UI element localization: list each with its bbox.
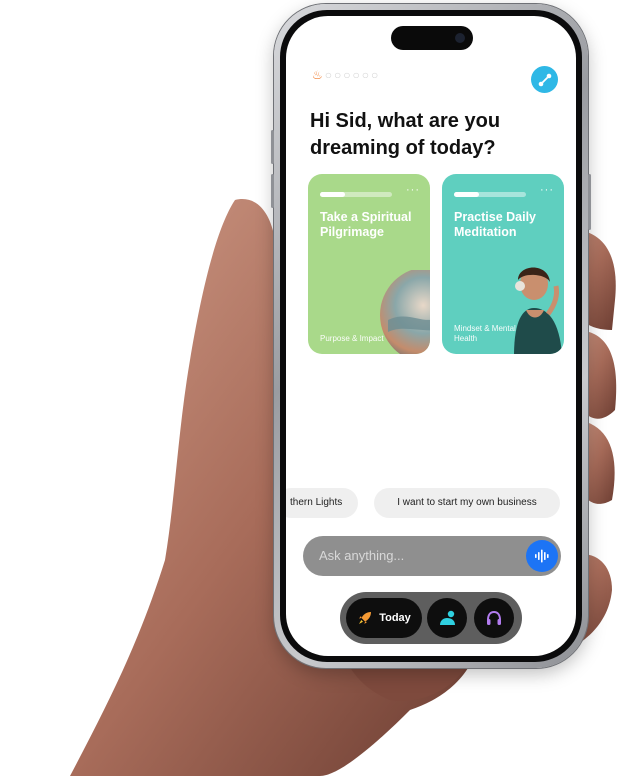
phone-frame: ♨ ○ ○ ○ ○ ○ ○ Hi Sid, what are you dreaming of…: [271, 4, 591, 668]
voice-waveform-icon: [535, 549, 549, 563]
ellipsis-icon[interactable]: ···: [406, 184, 420, 196]
card-progress-bar: [320, 192, 392, 197]
streak-indicator: ♨ ○ ○ ○ ○ ○ ○: [312, 68, 378, 82]
card-progress-bar: [454, 192, 526, 197]
suggestion-chips: thern Lights I want to start my own busi…: [286, 488, 576, 518]
bottom-nav: Today: [340, 592, 522, 644]
ask-placeholder: Ask anything...: [319, 548, 405, 563]
flame-icon: ○: [352, 68, 360, 82]
flame-icon: ○: [334, 68, 342, 82]
flame-icon: ○: [324, 68, 333, 82]
card-category: Purpose & Impact: [320, 334, 384, 343]
goal-card-pilgrimage[interactable]: ··· Take a Spiritual Pilgrimage Purpose …: [308, 174, 430, 354]
rocket-icon: [359, 612, 372, 624]
flame-icon-active: ♨: [312, 68, 323, 82]
card-category: Mindset & Mental Health: [454, 324, 516, 343]
nav-today-label: Today: [379, 612, 411, 624]
nav-community-button[interactable]: [427, 598, 467, 638]
suggestion-chip[interactable]: thern Lights: [286, 488, 358, 518]
goal-card-meditation[interactable]: ··· Practise Daily Meditation Mindset & …: [442, 174, 564, 354]
voice-button[interactable]: [526, 540, 558, 572]
share-icon: [538, 73, 551, 86]
suggestion-chip[interactable]: I want to start my own business: [374, 488, 560, 518]
people-icon: [440, 610, 455, 625]
volume-button: [271, 130, 274, 164]
nav-listen-button[interactable]: [474, 598, 514, 638]
volume-button: [271, 174, 274, 208]
flame-icon: ○: [371, 68, 379, 82]
ask-input[interactable]: Ask anything...: [303, 536, 561, 576]
card-title: Take a Spiritual Pilgrimage: [320, 210, 412, 239]
nav-today-button[interactable]: Today: [346, 598, 422, 638]
headphones-icon: [487, 610, 501, 625]
app-screen: ♨ ○ ○ ○ ○ ○ ○ Hi Sid, what are you dreaming of…: [286, 16, 576, 656]
flame-icon: ○: [361, 68, 370, 82]
dynamic-island: [391, 26, 473, 50]
power-button: [588, 174, 591, 230]
greeting-heading: Hi Sid, what are you dreaming of today?: [310, 110, 501, 159]
ellipsis-icon[interactable]: ···: [540, 184, 554, 196]
card-title: Practise Daily Meditation: [454, 210, 536, 239]
share-button[interactable]: [531, 66, 558, 93]
flame-icon: ○: [343, 68, 351, 82]
